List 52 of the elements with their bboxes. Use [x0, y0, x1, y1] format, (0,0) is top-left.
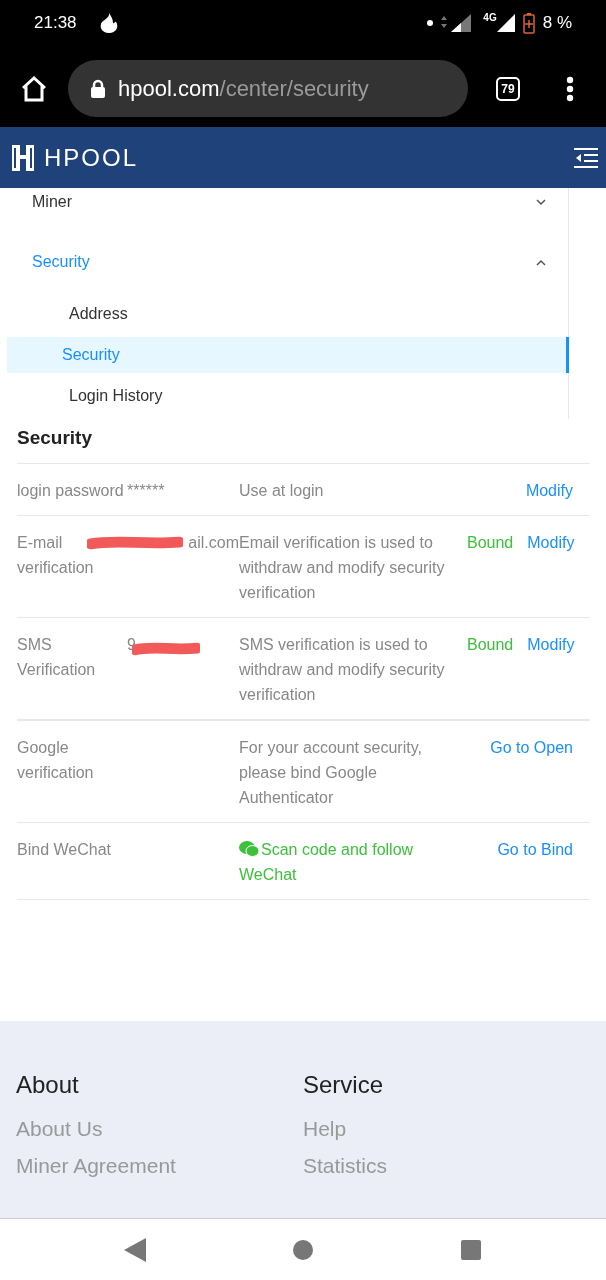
action-link[interactable]: Go to Open	[490, 735, 573, 810]
home-icon[interactable]	[20, 74, 48, 103]
notification-dot-icon	[427, 20, 434, 26]
setting-label: SMS Verification	[17, 635, 97, 680]
setting-description: Use at login	[239, 481, 325, 501]
setting-description: Email verification is used to withdraw and modify security verification	[239, 533, 446, 603]
action-link[interactable]: Modify	[527, 530, 575, 605]
recents-icon[interactable]	[460, 1238, 482, 1261]
footer-link[interactable]: About Us	[16, 1117, 303, 1141]
setting-description: For your account security, please bind Google Authenticator	[239, 738, 423, 808]
tab-count-button[interactable]: 79	[496, 76, 520, 101]
setting-label: Google verification	[17, 738, 95, 783]
action-link[interactable]: Modify	[527, 632, 575, 707]
status-time: 21:38	[34, 13, 77, 33]
wechat-icon	[239, 841, 259, 857]
signal-icon	[496, 14, 515, 32]
footer-link[interactable]: Miner Agreement	[16, 1154, 303, 1178]
setting-description: Scan code and follow WeChat	[239, 840, 415, 885]
bound-status: Bound	[467, 533, 514, 553]
menu-item[interactable]: Miner	[0, 178, 568, 226]
menu-icon[interactable]	[574, 147, 598, 168]
logo-icon	[12, 144, 34, 171]
lock-icon	[90, 78, 106, 99]
footer-heading: Service	[303, 1071, 385, 1099]
action-link[interactable]: Modify	[525, 478, 573, 503]
submenu-item[interactable]: Login History	[7, 373, 568, 419]
menu-item[interactable]: Security	[0, 233, 568, 291]
footer-link[interactable]: Help	[303, 1117, 590, 1141]
section-title: Security	[16, 426, 93, 450]
setting-label: E-mail verification	[17, 533, 95, 578]
footer-link[interactable]: Statistics	[303, 1154, 590, 1178]
battery-icon	[522, 12, 535, 34]
setting-value: ail.com	[188, 533, 239, 553]
battery-level: 8 %	[542, 13, 572, 33]
setting-description: SMS verification is used to withdraw and modify security verification	[239, 635, 446, 705]
flame-icon	[98, 12, 119, 34]
submenu-item[interactable]: Address	[7, 291, 568, 337]
setting-value: ******	[127, 481, 165, 501]
bound-status: Bound	[467, 635, 514, 655]
network-type: 4G	[483, 12, 497, 23]
footer-heading: About	[16, 1071, 80, 1099]
setting-label: Bind WeChat	[17, 840, 112, 860]
back-icon[interactable]	[124, 1237, 146, 1262]
logo-text: HPOOL	[44, 143, 139, 172]
more-menu-icon[interactable]	[566, 75, 574, 102]
setting-label: login password	[17, 481, 125, 501]
address-bar[interactable]: hpool.com/center/security	[68, 60, 468, 117]
chevron-icon	[536, 258, 546, 266]
home-button-icon[interactable]	[292, 1238, 314, 1261]
action-link[interactable]: Go to Bind	[497, 837, 573, 887]
submenu-item[interactable]: Security	[7, 337, 569, 373]
chevron-icon	[536, 198, 546, 206]
